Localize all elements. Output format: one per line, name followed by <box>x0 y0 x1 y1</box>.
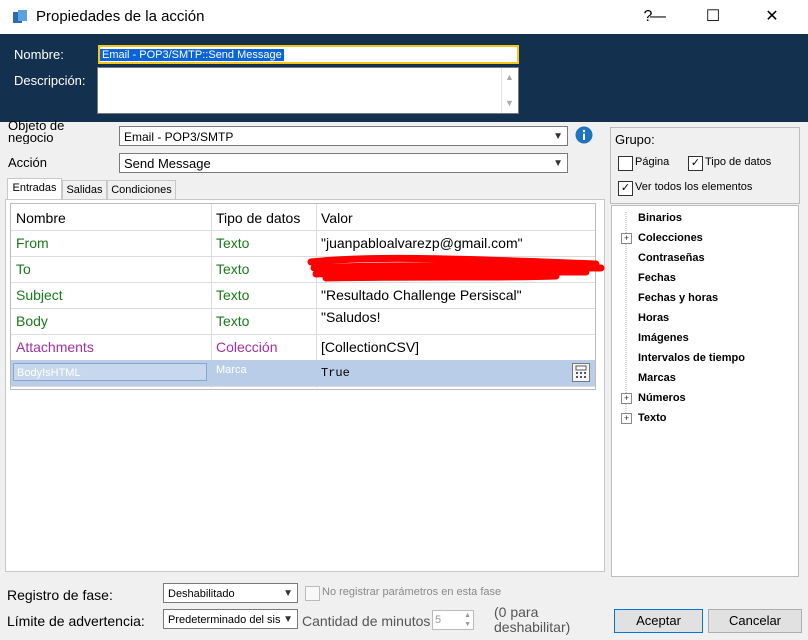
tree-item-marcas[interactable]: Marcas <box>638 372 676 384</box>
warning-limit-label: Límite de advertencia: <box>7 613 145 629</box>
business-object-select[interactable]: Email - POP3/SMTP ▼ <box>119 126 568 146</box>
header-valor: Valor <box>321 210 353 226</box>
inputs-grid: Nombre Tipo de datos Valor From Texto "j… <box>10 203 596 390</box>
param-name: To <box>16 261 31 277</box>
tree-item-imagenes[interactable]: Imágenes <box>638 332 689 344</box>
checkmark-icon: ✓ <box>620 182 631 194</box>
redaction-mark <box>307 254 605 282</box>
tree-item-horas[interactable]: Horas <box>638 312 669 324</box>
chevron-down-icon: ▼ <box>283 588 293 599</box>
param-type: Texto <box>216 261 250 277</box>
param-name: Subject <box>16 287 63 303</box>
description-label: Descripción: <box>14 73 86 88</box>
cancel-button[interactable]: Cancelar <box>708 609 802 633</box>
action-select[interactable]: Send Message ▼ <box>119 153 568 173</box>
minutes-hint: (0 para deshabilitar) <box>494 604 571 635</box>
viewall-checkbox[interactable]: ✓ <box>618 181 633 196</box>
tree-expand-icon[interactable]: + <box>621 393 632 404</box>
name-input[interactable]: Email - POP3/SMTP::Send Message <box>98 45 519 64</box>
chevron-down-icon: ▼ <box>553 131 563 142</box>
minimize-icon: — <box>650 8 666 25</box>
warning-limit-value: Predeterminado del sis <box>168 614 281 626</box>
stepper-arrows-icon[interactable]: ▲ ▼ <box>464 611 471 629</box>
action-label: Acción <box>8 155 48 170</box>
business-object-value: Email - POP3/SMTP <box>124 130 234 144</box>
page-checkbox[interactable] <box>618 156 633 171</box>
maximize-button[interactable]: ☐ <box>693 4 733 30</box>
table-row[interactable]: Subject Texto "Resultado Challenge Persi… <box>11 282 595 309</box>
tab-salidas[interactable]: Salidas <box>62 180 107 199</box>
tab-entradas[interactable]: Entradas <box>7 178 62 200</box>
param-value[interactable]: [CollectionCSV] <box>321 334 591 360</box>
chevron-down-icon: ▼ <box>553 158 563 169</box>
scroll-up-icon[interactable]: ▲ <box>505 72 514 82</box>
window-title: Propiedades de la acción <box>36 8 205 25</box>
tree-item-contrasenas[interactable]: Contraseñas <box>638 252 705 264</box>
title-bar: Propiedades de la acción ? — ☐ ✕ <box>0 0 808 34</box>
datatype-checkbox[interactable]: ✓ <box>688 156 703 171</box>
table-row-selected[interactable]: BodyIsHTML Marca True <box>11 360 595 387</box>
group-box: Grupo: Página ✓ Tipo de datos ✓ Ver todo… <box>610 127 800 204</box>
viewall-checkbox-label: Ver todos los elementos <box>635 181 753 193</box>
close-button[interactable]: ✕ <box>752 4 792 30</box>
scroll-down-icon[interactable]: ▼ <box>505 98 514 108</box>
tree-item-binarios[interactable]: Binarios <box>638 212 682 224</box>
expression-editor-icon[interactable] <box>572 363 590 382</box>
stage-log-value: Deshabilitado <box>168 588 235 600</box>
tree-item-colecciones[interactable]: Colecciones <box>638 232 703 244</box>
minutes-value: 5 <box>435 614 442 626</box>
tree-item-fechas[interactable]: Fechas <box>638 272 676 284</box>
param-name: Body <box>16 313 48 329</box>
header-tipo: Tipo de datos <box>216 210 301 226</box>
param-type: Texto <box>216 313 250 329</box>
group-label: Grupo: <box>615 132 655 147</box>
grid-header-row: Nombre Tipo de datos Valor <box>11 204 595 231</box>
name-label: Nombre: <box>14 47 64 62</box>
param-name: Attachments <box>16 339 94 355</box>
maximize-icon: ☐ <box>705 8 721 25</box>
app-icon <box>13 10 27 23</box>
minutes-stepper[interactable]: 5 ▲ ▼ <box>432 610 474 630</box>
business-object-label: Objeto de negocio <box>8 120 65 144</box>
page-checkbox-label: Página <box>635 156 670 168</box>
ok-button[interactable]: Aceptar <box>614 609 703 633</box>
param-type: Colección <box>216 339 278 355</box>
chevron-down-icon: ▼ <box>283 614 293 625</box>
header-nombre: Nombre <box>16 210 66 226</box>
table-row[interactable]: Body Texto "Saludos! <box>11 308 595 335</box>
tree-expand-icon[interactable]: + <box>621 233 632 244</box>
datatype-checkbox-label: Tipo de datos <box>705 156 772 168</box>
param-type: Texto <box>216 287 250 303</box>
tree-item-texto[interactable]: Texto <box>638 412 667 424</box>
info-icon[interactable] <box>575 126 593 144</box>
warning-limit-select[interactable]: Predeterminado del sis ▼ <box>163 609 298 629</box>
tree-item-numeros[interactable]: Números <box>638 392 686 404</box>
param-name-editor[interactable]: BodyIsHTML <box>13 363 207 381</box>
stage-log-label: Registro de fase: <box>7 587 113 603</box>
stage-log-select[interactable]: Deshabilitado ▼ <box>163 583 298 603</box>
description-textarea[interactable]: ▲ ▼ <box>97 67 519 114</box>
data-type-tree: Binarios + Colecciones Contraseñas Fecha… <box>611 205 799 577</box>
no-params-checkbox[interactable] <box>305 586 320 601</box>
close-icon: ✕ <box>765 8 779 25</box>
tree-item-fechas-horas[interactable]: Fechas y horas <box>638 292 718 304</box>
description-scrollbar[interactable]: ▲ ▼ <box>501 68 518 113</box>
param-value[interactable]: "Saludos! <box>321 308 591 334</box>
tree-item-intervalos[interactable]: Intervalos de tiempo <box>638 352 745 364</box>
action-value: Send Message <box>124 156 211 171</box>
tab-condiciones[interactable]: Condiciones <box>107 180 176 199</box>
no-params-label: No registrar parámetros en esta fase <box>322 586 502 598</box>
param-type: Marca <box>216 364 247 376</box>
param-value[interactable]: "Resultado Challenge Persiscal" <box>321 282 591 308</box>
param-value[interactable]: True <box>321 360 591 386</box>
tree-expand-icon[interactable]: + <box>621 413 632 424</box>
table-row[interactable]: Attachments Colección [CollectionCSV] <box>11 334 595 361</box>
minimize-button[interactable]: — <box>638 4 678 30</box>
param-name: From <box>16 235 49 251</box>
checkmark-icon: ✓ <box>690 157 701 169</box>
param-type: Texto <box>216 235 250 251</box>
name-input-value: Email - POP3/SMTP::Send Message <box>100 49 284 61</box>
minutes-label: Cantidad de minutos <box>302 613 431 629</box>
